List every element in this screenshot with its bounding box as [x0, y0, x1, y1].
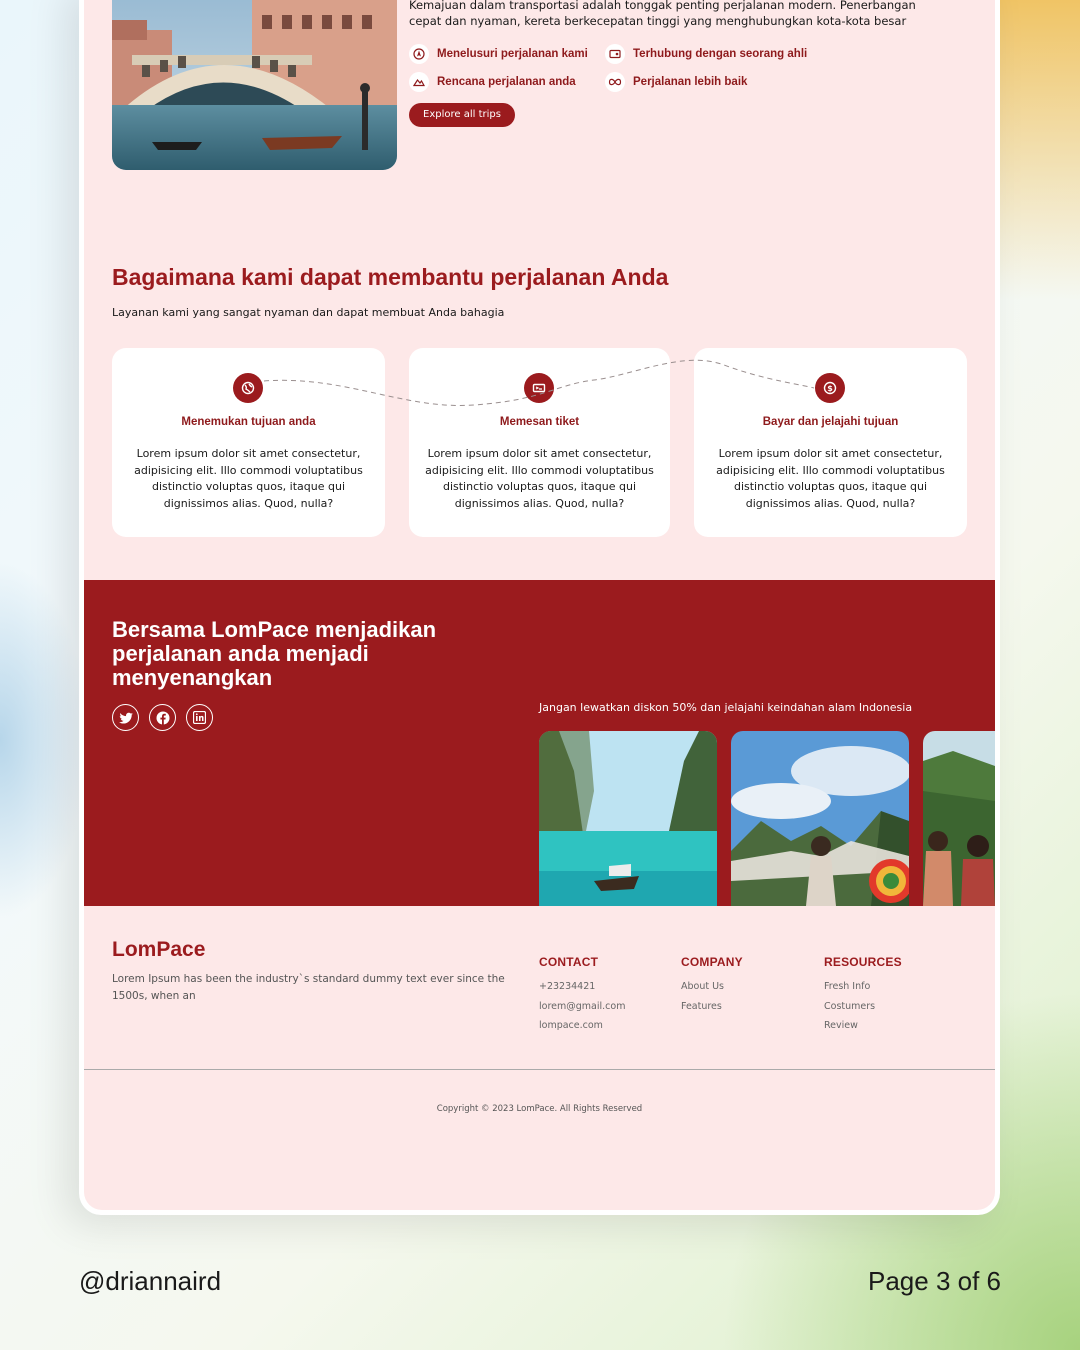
author-handle: @driannaird: [79, 1266, 222, 1296]
ticket-icon: [524, 373, 554, 403]
linkedin-icon[interactable]: [186, 704, 213, 731]
footer-column-heading: CONTACT: [539, 955, 599, 969]
service-card-destination[interactable]: Menemukan tujuan anda Lorem ipsum dolor …: [112, 348, 385, 537]
feature-label: Rencana perjalanan anda: [437, 76, 576, 88]
footer-column-heading: RESOURCES: [824, 955, 902, 969]
copyright-text: Copyright © 2023 LomPace. All Rights Res…: [436, 1104, 643, 1114]
svg-text:$: $: [827, 384, 833, 393]
destination-photo-traveler[interactable]: [731, 731, 909, 906]
facebook-icon[interactable]: [149, 704, 176, 731]
dollar-icon: $: [815, 373, 845, 403]
venice-bridge-image: [112, 0, 397, 170]
service-card-pay[interactable]: $ Bayar dan jelajahi tujuan Lorem ipsum …: [694, 348, 967, 537]
footer-column-company: COMPANY About Us Features: [681, 955, 743, 1016]
footer-link-phone[interactable]: +23234421: [539, 977, 625, 997]
card-body: Lorem ipsum dolor sit amet consectetur, …: [716, 447, 945, 510]
footer-link-email[interactable]: lorem@gmail.com: [539, 997, 625, 1017]
card-title: Bayar dan jelajahi tujuan: [762, 416, 899, 428]
destination-photo-bay[interactable]: [539, 731, 717, 906]
background-glow-left: [0, 560, 90, 920]
section-title: Bagaimana kami dapat membantu perjalanan…: [112, 264, 669, 290]
promo-text: Jangan lewatkan diskon 50% dan jelajahi …: [539, 701, 913, 714]
globe-icon: [233, 373, 263, 403]
feature-item-explore[interactable]: Menelusuri perjalanan kami: [409, 44, 588, 64]
page-indicator: Page 3 of 6: [868, 1266, 1001, 1296]
explore-trips-button[interactable]: Explore all trips: [409, 103, 515, 127]
feature-label: Menelusuri perjalanan kami: [437, 48, 588, 60]
card-body: Lorem ipsum dolor sit amet consectetur, …: [425, 447, 654, 510]
feature-item-better[interactable]: Perjalanan lebih baik: [605, 72, 747, 92]
footer-column-contact: CONTACT +23234421 lorem@gmail.com lompac…: [539, 955, 625, 1036]
promo-band: Bersama LomPace menjadikan perjalanan an…: [84, 580, 995, 906]
card-title: Menemukan tujuan anda: [181, 416, 316, 428]
destination-photo-group[interactable]: [923, 731, 995, 906]
feature-item-plan[interactable]: Rencana perjalanan anda: [409, 72, 576, 92]
footer-description: Lorem Ipsum has been the industry`s stan…: [112, 973, 505, 1002]
feature-item-expert[interactable]: Terhubung dengan seorang ahli: [605, 44, 807, 64]
footer-link-review[interactable]: Review: [824, 1016, 902, 1036]
twitter-icon[interactable]: [112, 704, 139, 731]
service-card-ticket[interactable]: Memesan tiket Lorem ipsum dolor sit amet…: [409, 348, 670, 537]
section-subtitle: Layanan kami yang sangat nyaman dan dapa…: [112, 306, 505, 319]
card-title: Memesan tiket: [499, 416, 580, 428]
footer-link-fresh-info[interactable]: Fresh Info: [824, 977, 902, 997]
footer-link-about[interactable]: About Us: [681, 977, 743, 997]
intro-paragraph: Kemajuan dalam transportasi adalah tongg…: [409, 0, 916, 28]
compass-icon: [409, 44, 429, 64]
mountain-icon: [409, 72, 429, 92]
website-page[interactable]: Kemajuan dalam transportasi adalah tongg…: [84, 0, 995, 1210]
footer-column-resources: RESOURCES Fresh Info Costumers Review: [824, 955, 902, 1036]
footer-link-website[interactable]: lompace.com: [539, 1016, 625, 1036]
feature-label: Terhubung dengan seorang ahli: [633, 48, 808, 60]
feature-label: Perjalanan lebih baik: [633, 76, 748, 88]
footer-divider: [84, 1069, 995, 1070]
footer-brand[interactable]: LomPace: [112, 938, 205, 962]
infinity-icon: [605, 72, 625, 92]
promo-title: Bersama LomPace menjadikan perjalanan an…: [112, 617, 437, 690]
footer-link-customers[interactable]: Costumers: [824, 997, 902, 1017]
footer-column-heading: COMPANY: [681, 955, 743, 969]
id-card-icon: [605, 44, 625, 64]
footer-link-features[interactable]: Features: [681, 997, 743, 1017]
card-body: Lorem ipsum dolor sit amet consectetur, …: [134, 447, 363, 510]
social-links: [112, 704, 213, 731]
